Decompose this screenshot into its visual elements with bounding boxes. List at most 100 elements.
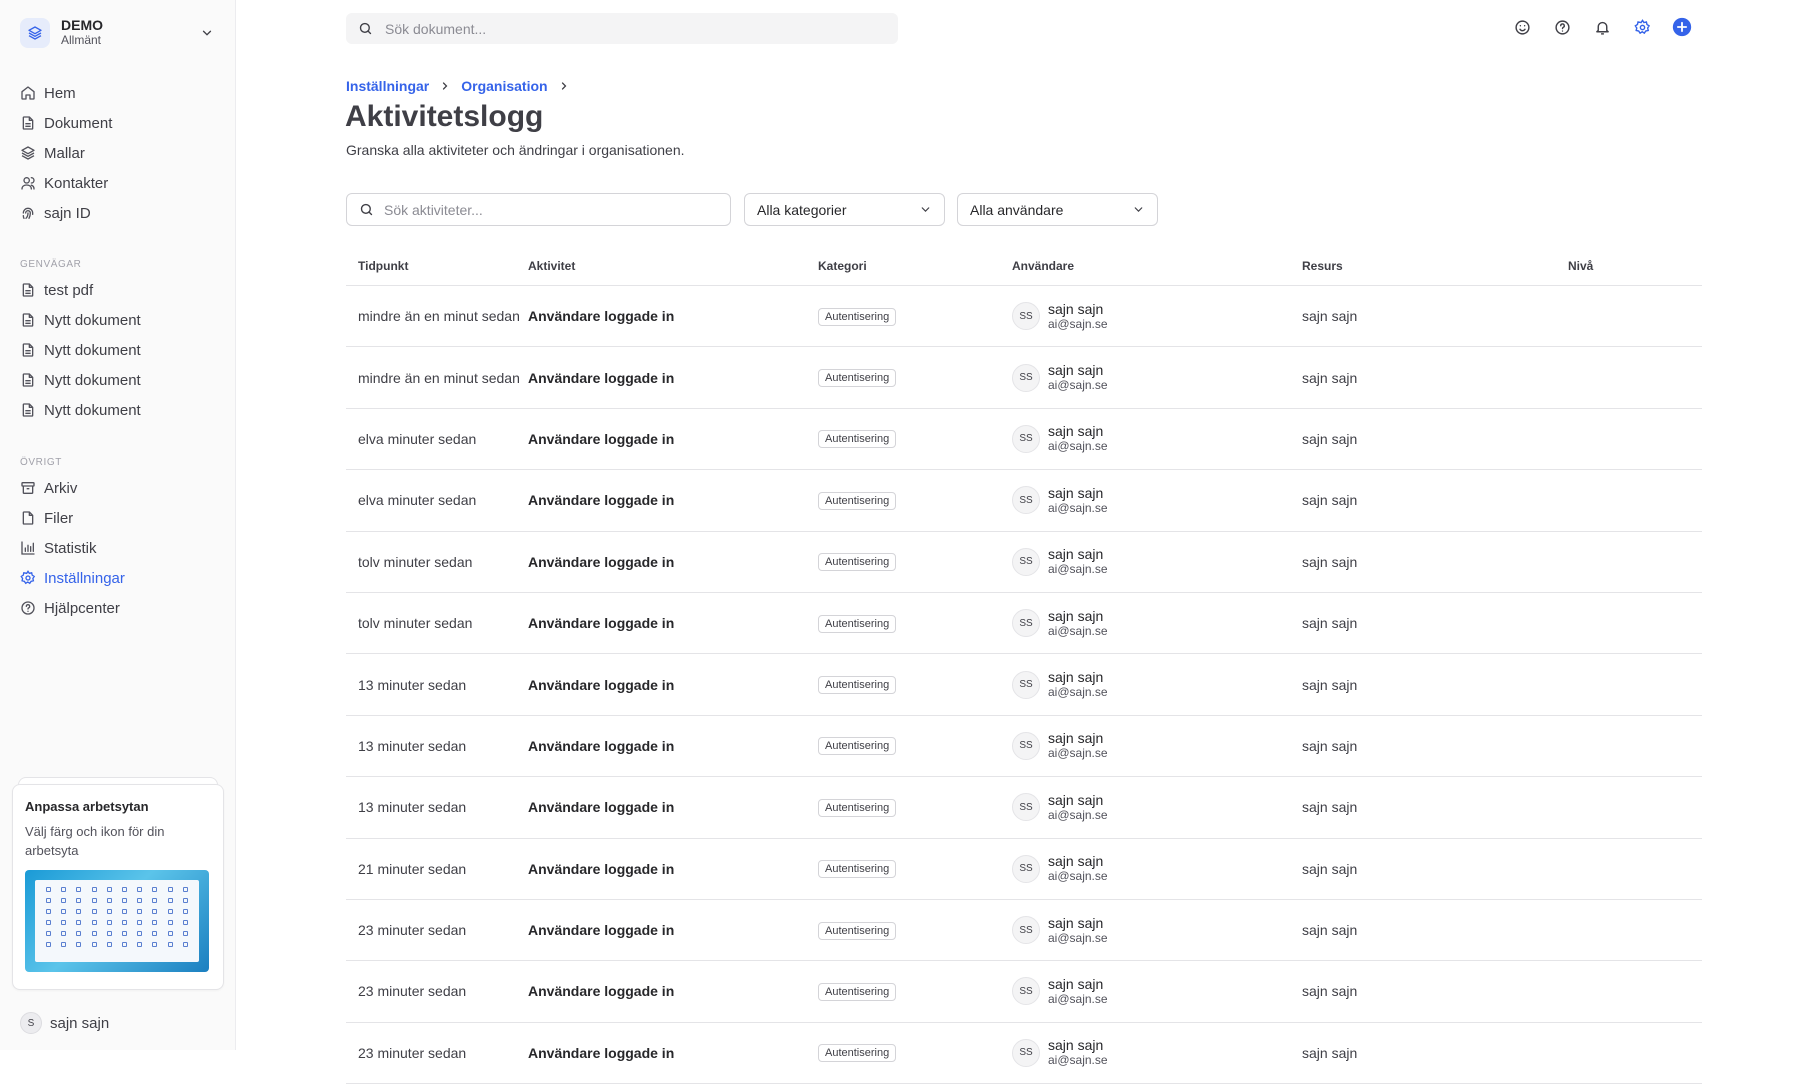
cell-category: Autentisering [818,429,1012,449]
table-row[interactable]: 23 minuter sedan Användare loggade in Au… [346,900,1702,962]
breadcrumb-settings[interactable]: Inställningar [346,78,429,94]
bell-icon[interactable] [1592,17,1612,37]
activity-search-input[interactable] [384,201,714,218]
column-header-user[interactable]: Användare [1012,259,1302,273]
grid-icon [106,909,112,914]
activity-search[interactable] [346,193,731,226]
avatar: SS [1012,977,1040,1006]
cell-time: elva minuter sedan [358,492,477,509]
table-row[interactable]: elva minuter sedan Användare loggade in … [346,409,1702,471]
chevron-down-icon [200,26,214,40]
nav-item-label: Statistik [44,539,97,557]
grid-icon [46,898,52,903]
grid-icon [61,898,67,903]
shortcut-item[interactable]: test pdf [20,275,220,305]
user-name: sajn sajn [1048,1037,1104,1054]
breadcrumb-organisation[interactable]: Organisation [461,78,547,94]
help-circle-icon[interactable] [1552,17,1572,37]
category-select[interactable]: Alla kategorier [744,193,945,226]
user-email: ai@sajn.se [1048,685,1108,700]
cell-user: SS sajn sajn ai@sajn.se [1012,730,1302,761]
grid-icon [76,898,82,903]
cell-resource: sajn sajn [1302,553,1358,570]
user-select[interactable]: Alla användare [957,193,1158,226]
column-header-resource[interactable]: Resurs [1302,259,1568,273]
cell-user: SS sajn sajn ai@sajn.se [1012,485,1302,516]
shortcut-item[interactable]: Nytt dokument [20,305,220,335]
shortcut-item[interactable]: Nytt dokument [20,365,220,395]
grid-icon [61,920,67,925]
cell-category: Autentisering [818,921,1012,940]
table-row[interactable]: tolv minuter sedan Användare loggade in … [346,532,1702,593]
shortcut-item[interactable]: Nytt dokument [20,395,220,425]
nav-item-archive[interactable]: Arkiv [20,473,220,503]
smiley-icon[interactable] [1512,17,1532,37]
grid-icon [122,920,128,925]
shortcuts-nav: test pdf Nytt dokument Nytt dokument Nyt… [20,275,220,425]
cell-user: SS sajn sajn ai@sajn.se [1012,792,1302,823]
column-header-activity[interactable]: Aktivitet [528,259,818,273]
category-badge: Autentisering [818,737,897,756]
icon-picker-preview-image [25,870,209,972]
cell-activity: Användare loggade in [528,430,675,447]
current-user-menu[interactable]: S sajn sajn [20,1012,109,1034]
cell-resource: sajn sajn [1302,676,1358,693]
document-search-input[interactable] [385,20,865,37]
cell-user: SS sajn sajn ai@sajn.se [1012,853,1302,884]
grid-icon [46,942,52,947]
table-row[interactable]: 23 minuter sedan Användare loggade in Au… [346,961,1702,1023]
user-name: sajn sajn [1048,791,1104,808]
grid-icon [137,942,143,947]
table-row[interactable]: 23 minuter sedan Användare loggade in Au… [346,1023,1702,1084]
category-badge: Autentisering [818,491,897,510]
nav-item-sajn-id[interactable]: sajn ID [20,198,220,228]
grid-icon [46,887,52,892]
user-email: ai@sajn.se [1048,378,1108,393]
column-header-category[interactable]: Kategori [818,259,1012,273]
table-row[interactable]: 13 minuter sedan Användare loggade in Au… [346,654,1702,716]
customize-workspace-card[interactable]: Anpassa arbetsytan Välj färg och ikon fö… [12,784,224,990]
cell-time: tolv minuter sedan [358,615,473,632]
search-icon [358,21,373,36]
file-icon [20,312,36,328]
sidebar: DEMO Allmänt Hem Dokument Mallar Kontakt… [0,0,236,1050]
category-badge: Autentisering [818,921,897,940]
nav-item-label: Arkiv [44,479,78,497]
table-row[interactable]: 21 minuter sedan Användare loggade in Au… [346,839,1702,900]
nav-item-documents[interactable]: Dokument [20,108,220,138]
nav-item-statistics[interactable]: Statistik [20,533,220,563]
section-label-other: ÖVRIGT [20,457,62,468]
plus-circle-icon[interactable] [1672,17,1692,37]
gear-icon[interactable] [1632,17,1652,37]
grid-icon [182,942,188,947]
nav-item-help-center[interactable]: Hjälpcenter [20,593,220,623]
grid-icon [137,931,143,936]
shortcut-item[interactable]: Nytt dokument [20,335,220,365]
grid-icon [91,909,97,914]
table-row[interactable]: mindre än en minut sedan Användare logga… [346,347,1702,409]
nav-item-home[interactable]: Hem [20,78,220,108]
nav-item-label: Filer [44,509,74,527]
help-circle-icon [20,600,36,616]
cell-category: Autentisering [818,552,1012,572]
table-row[interactable]: 13 minuter sedan Användare loggade in Au… [346,777,1702,839]
table-row[interactable]: elva minuter sedan Användare loggade in … [346,470,1702,532]
table-row[interactable]: mindre än en minut sedan Användare logga… [346,286,1702,348]
column-header-time[interactable]: Tidpunkt [346,259,528,273]
table-row[interactable]: 13 minuter sedan Användare loggade in Au… [346,716,1702,778]
grid-icon [167,887,173,892]
column-header-level[interactable]: Nivå [1568,259,1702,273]
nav-item-files[interactable]: Filer [20,503,220,533]
workspace-switcher[interactable]: DEMO Allmänt [20,16,216,50]
layers-icon [20,145,36,161]
table-row[interactable]: tolv minuter sedan Användare loggade in … [346,593,1702,655]
nav-item-settings[interactable]: Inställningar [20,563,220,593]
nav-item-templates[interactable]: Mallar [20,138,220,168]
grid-icon [46,909,52,914]
cell-activity: Användare loggade in [528,676,675,693]
cell-resource: sajn sajn [1302,983,1358,1000]
document-search[interactable] [346,13,898,44]
user-name: sajn sajn [1048,484,1104,501]
nav-item-contacts[interactable]: Kontakter [20,168,220,198]
topbar-actions [1512,17,1692,37]
